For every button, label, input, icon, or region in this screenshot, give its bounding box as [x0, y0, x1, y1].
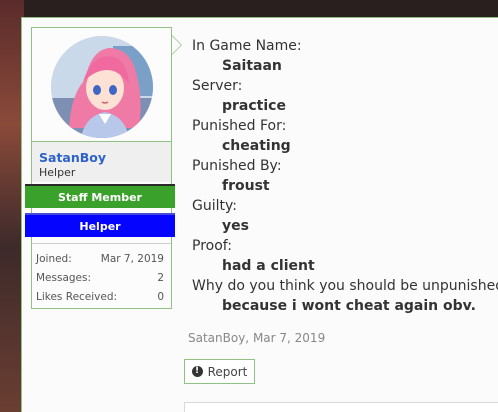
answer-proof: had a client — [222, 258, 315, 274]
post-attribution[interactable]: SatanBoy, Mar 7, 2019 — [188, 331, 325, 345]
question-punished-by: Punished By: — [192, 158, 282, 174]
stats-divider — [32, 243, 171, 244]
stat-label: Messages: — [36, 272, 92, 284]
answer-punished-by: froust — [222, 178, 270, 194]
page: SatanBoy Helper Staff Member Helper Join… — [0, 0, 498, 412]
stat-likes: Likes Received: 0 — [36, 288, 164, 307]
report-button[interactable]: ! Report — [184, 359, 255, 384]
username-link[interactable]: SatanBoy — [39, 150, 106, 165]
stat-label: Likes Received: — [36, 291, 118, 303]
avatar[interactable] — [51, 36, 153, 138]
answer-server: practice — [222, 98, 286, 114]
question-guilty: Guilty: — [192, 198, 237, 214]
stat-label: Joined: — [36, 253, 72, 265]
message-body: In Game Name: Saitaan Server: practice P… — [192, 36, 498, 316]
report-label: Report — [207, 364, 248, 379]
warning-icon: ! — [191, 366, 203, 377]
avatar-image — [51, 36, 153, 138]
question-punished-for: Punished For: — [192, 118, 287, 134]
question-server: Server: — [192, 78, 243, 94]
quick-reply-box[interactable] — [184, 402, 498, 412]
answer-why-unpunished: because i wont cheat again obv. — [222, 298, 476, 314]
stat-value: Mar 7, 2019 — [100, 253, 164, 265]
stat-value: 0 — [157, 291, 164, 303]
stat-value[interactable]: 2 — [157, 269, 164, 288]
stat-joined: Joined: Mar 7, 2019 — [36, 250, 164, 269]
user-title: Helper — [39, 166, 76, 179]
staff-member-banner: Staff Member — [25, 184, 175, 208]
message-arrow — [172, 36, 181, 54]
stat-messages: Messages: 2 — [36, 269, 164, 288]
answer-in-game-name: Saitaan — [222, 58, 282, 74]
question-in-game-name: In Game Name: — [192, 38, 302, 54]
helper-banner: Helper — [25, 213, 175, 237]
question-proof: Proof: — [192, 238, 232, 254]
user-stats: Joined: Mar 7, 2019 Messages: 2 Likes Re… — [36, 250, 164, 307]
question-why-unpunished: Why do you think you should be unpunishe… — [192, 278, 498, 294]
answer-punished-for: cheating — [222, 138, 291, 154]
answer-guilty: yes — [222, 218, 249, 234]
